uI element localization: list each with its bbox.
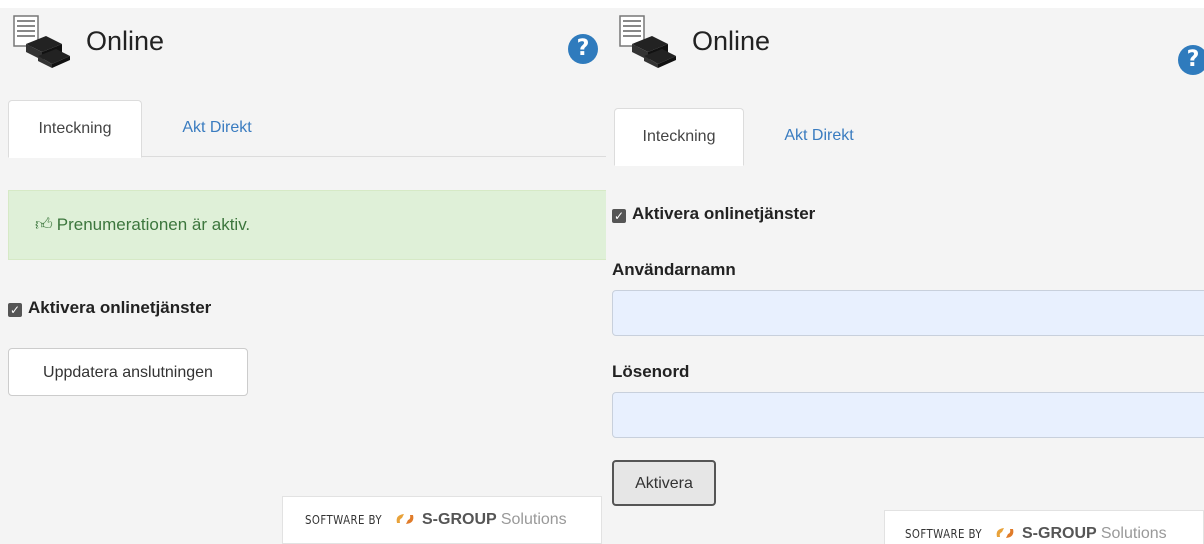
- username-label: Användarnamn: [612, 260, 736, 279]
- checkbox-label: Aktivera onlinetjänster: [632, 204, 816, 223]
- footer-credit: SOFTWARE BY S-GROUP Solutions: [884, 510, 1204, 544]
- app-title: Online: [86, 26, 165, 56]
- footer-suffix: Solutions: [500, 511, 567, 528]
- footer-brand: S-GROUP: [1022, 525, 1097, 542]
- footer-prefix: SOFTWARE BY: [305, 513, 383, 527]
- tab-inteckning[interactable]: Inteckning: [8, 100, 142, 158]
- activate-button[interactable]: Aktivera: [612, 460, 716, 506]
- password-label: Lösenord: [612, 362, 690, 381]
- checkbox-checked-icon[interactable]: ✓: [8, 303, 22, 317]
- thumbs-up-icon: 👍︎: [35, 215, 53, 234]
- footer-credit: SOFTWARE BY S-GROUP Solutions: [282, 496, 602, 544]
- header: Online ?: [8, 8, 608, 78]
- app-title: Online: [692, 26, 771, 56]
- update-connection-button[interactable]: Uppdatera anslutningen: [8, 348, 248, 396]
- checkbox-checked-icon[interactable]: ✓: [612, 209, 626, 223]
- tab-bar: Inteckning Akt Direkt: [8, 100, 608, 158]
- s-group-logo-icon: [996, 528, 1014, 538]
- s-group-logo-icon: [396, 514, 414, 524]
- tab-bar: Inteckning Akt Direkt: [614, 108, 1204, 166]
- help-icon[interactable]: ?: [1178, 45, 1204, 75]
- tab-inteckning[interactable]: Inteckning: [614, 108, 744, 166]
- username-field[interactable]: [612, 290, 1204, 336]
- footer-prefix: SOFTWARE BY: [905, 527, 983, 541]
- activate-services-checkbox[interactable]: ✓ Aktivera onlinetjänster: [8, 298, 211, 318]
- server-books-icon: [619, 15, 676, 68]
- checkbox-label: Aktivera onlinetjänster: [28, 298, 212, 317]
- activate-services-checkbox[interactable]: ✓ Aktivera onlinetjänster: [612, 204, 815, 224]
- server-books-icon: [13, 15, 70, 68]
- tab-akt-direkt[interactable]: Akt Direkt: [172, 100, 262, 156]
- left-panel: Online ? Inteckning Akt Direkt 👍︎ Prenume…: [0, 8, 608, 544]
- tab-akt-direkt[interactable]: Akt Direkt: [774, 108, 864, 164]
- help-icon[interactable]: ?: [568, 34, 598, 64]
- status-alert: 👍︎ Prenumerationen är aktiv.: [8, 190, 608, 260]
- footer-brand: S-GROUP: [422, 511, 497, 528]
- password-field[interactable]: [612, 392, 1204, 438]
- alert-text: Prenumerationen är aktiv.: [56, 215, 251, 234]
- right-panel: Online ? Inteckning Akt Direkt ✓ Aktivera…: [606, 8, 1204, 544]
- header: Online ?: [614, 8, 1204, 78]
- footer-suffix: Solutions: [1100, 525, 1167, 542]
